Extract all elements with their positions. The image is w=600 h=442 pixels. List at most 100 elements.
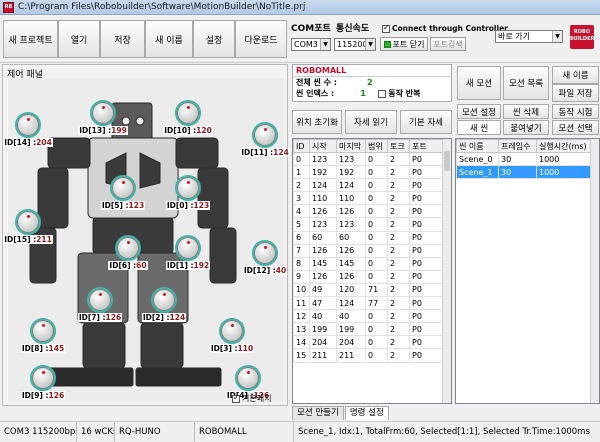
download-button[interactable]: 다운로드	[235, 20, 287, 58]
table-row[interactable]: 9 126 126 0 2 P0	[293, 269, 445, 284]
servo-dial-icon[interactable]	[115, 235, 141, 261]
table-cell[interactable]: P0	[409, 335, 445, 350]
motion-list-button[interactable]: 모션 목록	[503, 66, 549, 100]
table-cell[interactable]: 124	[336, 178, 366, 193]
table-row[interactable]: 8 145 145 0 2 P0	[293, 256, 445, 271]
table-cell[interactable]: 192	[309, 165, 337, 180]
table-row[interactable]: 11 47 124 77 2 P0	[293, 296, 445, 311]
table-row[interactable]: Scene_0 30 1000	[456, 151, 593, 167]
table-cell[interactable]: 1	[293, 165, 310, 180]
joint-5[interactable]: ID[5] :123	[100, 175, 146, 210]
table-cell[interactable]: 11	[293, 296, 310, 311]
new-scene-button[interactable]: 새 씬	[457, 120, 501, 135]
table-cell[interactable]: 123	[309, 151, 337, 167]
table-cell[interactable]: P0	[409, 348, 445, 363]
servo-dial-icon[interactable]	[175, 235, 201, 261]
servo-dial-icon[interactable]	[151, 287, 177, 313]
column-header[interactable]: 토크	[387, 139, 410, 153]
joint-1[interactable]: ID[1] :192	[165, 235, 211, 270]
table-cell[interactable]: P0	[409, 282, 445, 298]
table-cell[interactable]: 6	[293, 230, 310, 245]
table-cell[interactable]: 15	[293, 348, 310, 363]
table-cell[interactable]: 192	[336, 165, 366, 180]
column-header[interactable]: 프레임수	[498, 139, 537, 153]
basic-posture-checkbox[interactable]: 기본패치	[232, 393, 271, 404]
tab-motion-create[interactable]: 모션 만들기	[292, 406, 344, 420]
column-header[interactable]: 범위	[365, 139, 388, 153]
table-cell[interactable]: 0	[365, 165, 388, 180]
table-cell[interactable]: 2	[387, 296, 410, 311]
table-cell[interactable]: 211	[309, 348, 337, 363]
file-save-button[interactable]: 파일 저장	[552, 84, 599, 102]
column-header[interactable]: 시작	[309, 139, 337, 153]
joint-14[interactable]: ID[14] :204	[3, 112, 53, 147]
table-cell[interactable]: 1000	[536, 165, 593, 180]
joint-6[interactable]: ID[6] :60	[108, 235, 148, 270]
table-row[interactable]: 2 124 124 0 2 P0	[293, 178, 445, 193]
settings-button[interactable]: 설정	[193, 20, 235, 58]
table-cell[interactable]: 110	[336, 191, 366, 206]
scene-table-scrollbar[interactable]	[590, 139, 599, 403]
table-cell[interactable]: 0	[365, 322, 388, 337]
table-cell[interactable]: 2	[293, 178, 310, 193]
read-pose-button[interactable]: 자세 읽기	[345, 110, 397, 134]
table-cell[interactable]: 7	[293, 243, 310, 258]
table-cell[interactable]: 3	[293, 191, 310, 206]
column-header[interactable]: 씬 이름	[456, 139, 499, 153]
table-cell[interactable]: 8	[293, 256, 310, 271]
table-cell[interactable]: 2	[387, 165, 410, 180]
table-cell[interactable]: 2	[387, 269, 410, 284]
table-cell[interactable]: P0	[409, 256, 445, 271]
table-cell[interactable]: 77	[365, 296, 388, 311]
servo-dial-icon[interactable]	[15, 112, 41, 138]
column-header[interactable]: ID	[293, 139, 310, 153]
init-position-button[interactable]: 위치 초기화	[292, 110, 342, 134]
motion-settings-button[interactable]: 모션 설정	[457, 104, 501, 119]
table-cell[interactable]: 123	[336, 151, 366, 167]
goto-select[interactable]: 바로 가기 ▼	[495, 30, 563, 43]
table-cell[interactable]: 0	[365, 269, 388, 284]
table-cell[interactable]: P0	[409, 178, 445, 193]
table-cell[interactable]: 13	[293, 322, 310, 337]
table-cell[interactable]: 2	[387, 230, 410, 245]
basic-pose-button[interactable]: 기본 자세	[400, 110, 452, 134]
joint-15[interactable]: ID[15] :211	[3, 209, 53, 244]
table-row[interactable]: 0 123 123 0 2 P0	[293, 151, 445, 167]
table-cell[interactable]: 40	[309, 309, 337, 324]
table-cell[interactable]: 60	[336, 230, 366, 245]
joint-10[interactable]: ID[10] :120	[163, 100, 213, 135]
table-cell[interactable]: 126	[336, 204, 366, 219]
table-cell[interactable]: 0	[365, 230, 388, 245]
table-cell[interactable]: 2	[387, 217, 410, 232]
servo-dial-icon[interactable]	[175, 100, 201, 126]
table-cell[interactable]: 199	[309, 322, 337, 337]
servo-dial-icon[interactable]	[110, 175, 136, 201]
table-cell[interactable]: P0	[409, 322, 445, 337]
servo-dial-icon[interactable]	[90, 100, 116, 126]
select-motion-button[interactable]: 모션 선택	[552, 120, 599, 135]
loop-checkbox[interactable]: 동작 반복	[378, 88, 420, 99]
table-cell[interactable]: 0	[365, 217, 388, 232]
servo-dial-icon[interactable]	[252, 122, 278, 148]
table-cell[interactable]: Scene_1	[456, 165, 499, 180]
table-cell[interactable]: 2	[387, 256, 410, 271]
joint-7[interactable]: ID[7] :126	[77, 287, 123, 322]
table-cell[interactable]: 0	[365, 309, 388, 324]
table-row[interactable]: 4 126 126 0 2 P0	[293, 204, 445, 219]
table-cell[interactable]: 2	[387, 335, 410, 350]
table-cell[interactable]: 124	[336, 296, 366, 311]
table-cell[interactable]: P0	[409, 151, 445, 167]
joint-table-scrollbar[interactable]	[442, 139, 451, 403]
table-cell[interactable]: 0	[365, 243, 388, 258]
table-cell[interactable]: 2	[387, 282, 410, 298]
table-cell[interactable]: 2	[387, 322, 410, 337]
servo-dial-icon[interactable]	[30, 365, 56, 391]
table-cell[interactable]: P0	[409, 217, 445, 232]
table-cell[interactable]: 204	[336, 335, 366, 350]
table-cell[interactable]: 126	[336, 269, 366, 284]
new-motion-button[interactable]: 새 모션	[457, 66, 501, 100]
port-close-button[interactable]: 포트 닫기	[380, 37, 428, 51]
table-cell[interactable]: 2	[387, 191, 410, 206]
joint-2[interactable]: ID[2] :124	[141, 287, 187, 322]
table-row[interactable]: 6 60 60 0 2 P0	[293, 230, 445, 245]
